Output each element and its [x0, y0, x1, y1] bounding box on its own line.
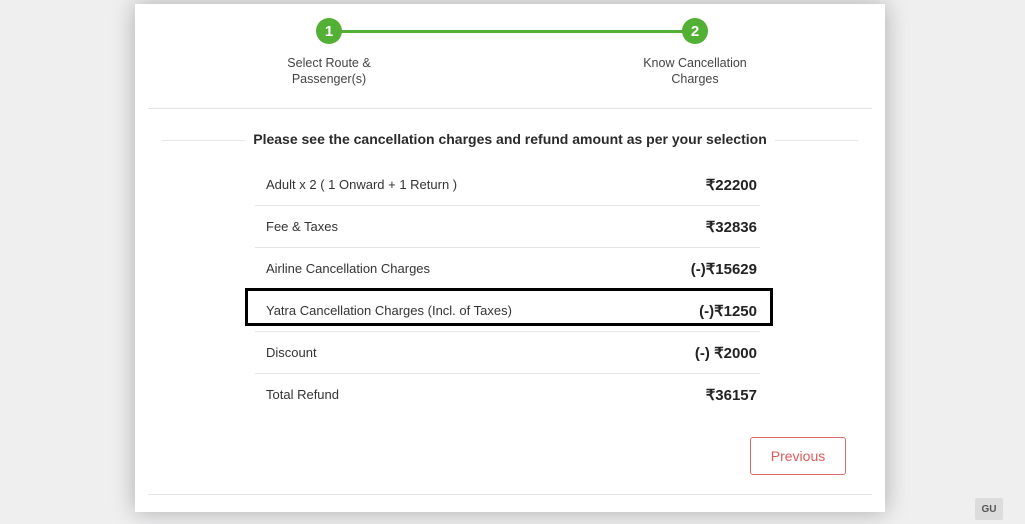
step-1-indicator: 1 [316, 18, 342, 44]
step-1-label: Select Route & Passenger(s) [254, 55, 404, 87]
charge-row-adults: Adult x 2 ( 1 Onward + 1 Return ) ₹22200 [255, 164, 760, 206]
step-2-label-line2: Charges [671, 72, 719, 86]
charge-amount: ₹22200 [705, 176, 757, 194]
charge-name: Airline Cancellation Charges [266, 261, 431, 276]
step-2-indicator: 2 [682, 18, 708, 44]
previous-button[interactable]: Previous [750, 437, 846, 475]
cancellation-card: 1 Select Route & Passenger(s) 2 Know Can… [135, 4, 885, 512]
progress-stepper: 1 Select Route & Passenger(s) 2 Know Can… [135, 4, 885, 109]
highlight-annotation-box [245, 288, 773, 326]
charge-row-fee-taxes: Fee & Taxes ₹32836 [255, 206, 760, 248]
charge-name: Adult x 2 ( 1 Onward + 1 Return ) [266, 177, 458, 192]
step-1-label-line1: Select Route & [287, 56, 371, 70]
charge-row-discount: Discount (-) ₹2000 [255, 332, 760, 374]
charge-name: Total Refund [266, 387, 339, 402]
watermark-logo: GU [975, 498, 1003, 520]
step-2-label-line1: Know Cancellation [643, 56, 747, 70]
step-2-label: Know Cancellation Charges [620, 55, 770, 87]
charge-name: Discount [266, 345, 317, 360]
divider [148, 108, 872, 109]
charge-amount: (-)₹15629 [690, 260, 757, 278]
step-1-label-line2: Passenger(s) [291, 72, 367, 86]
section-heading: Please see the cancellation charges and … [162, 131, 858, 147]
divider-bottom [148, 494, 872, 495]
section-heading-text: Please see the cancellation charges and … [245, 131, 775, 147]
charge-amount: ₹32836 [705, 218, 757, 236]
charge-amount: ₹36157 [705, 386, 757, 404]
stepper-connector-line [330, 30, 696, 33]
charge-amount: (-) ₹2000 [694, 344, 757, 362]
charge-row-total-refund: Total Refund ₹36157 [255, 374, 760, 415]
charge-row-airline-cancellation: Airline Cancellation Charges (-)₹15629 [255, 248, 760, 290]
charge-name: Fee & Taxes [266, 219, 339, 234]
section-heading-wrap: Please see the cancellation charges and … [162, 130, 858, 150]
